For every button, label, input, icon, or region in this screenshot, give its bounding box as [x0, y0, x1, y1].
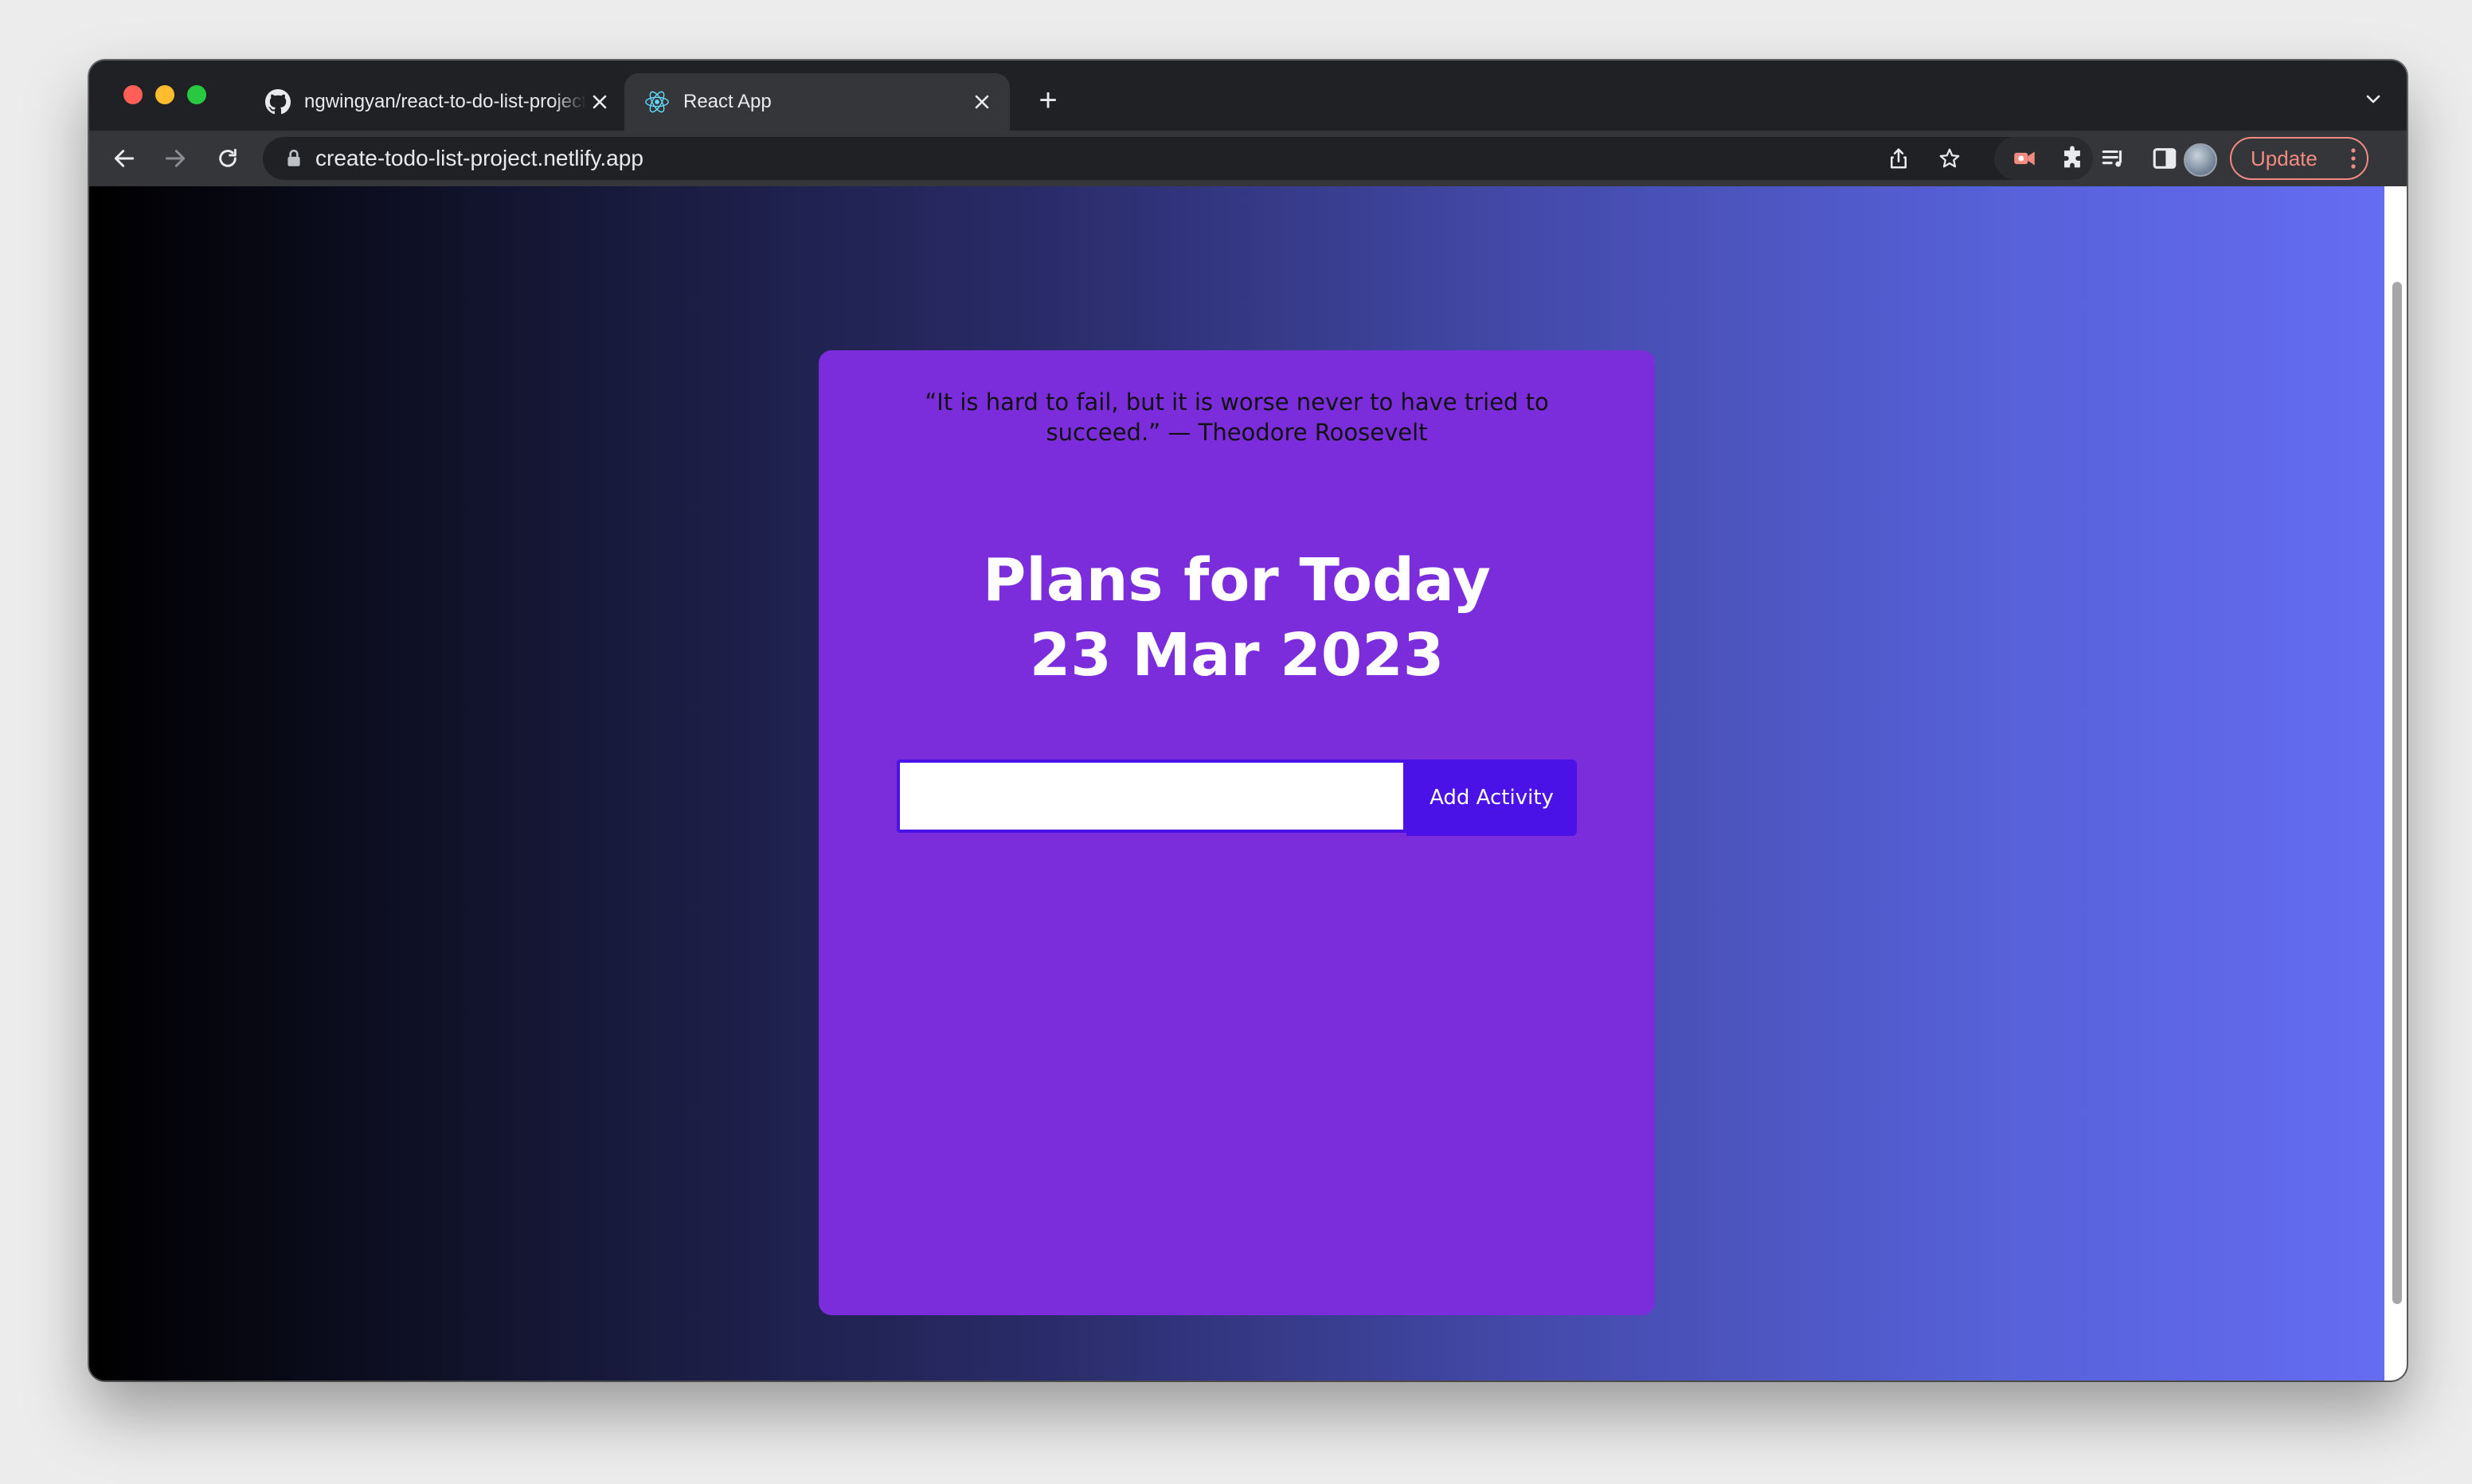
url-text: create-todo-list-project.netlify.app: [315, 146, 643, 170]
title-date: 23 Mar 2023: [1029, 621, 1445, 689]
puzzle-icon[interactable]: [2056, 143, 2088, 174]
page-viewport: “It is hard to fail, but it is worse nev…: [89, 186, 2384, 1381]
react-icon: [643, 88, 671, 115]
address-bar[interactable]: create-todo-list-project.netlify.app: [263, 137, 2059, 180]
back-arrow-icon[interactable]: [105, 139, 143, 178]
close-icon[interactable]: [586, 88, 613, 115]
tab-title: ngwingyan/react-to-do-list-project: [304, 91, 586, 112]
update-button[interactable]: Update: [2230, 137, 2368, 180]
update-label: Update: [2251, 146, 2318, 170]
tab-strip: ngwingyan/react-to-do-list-project React…: [89, 61, 2407, 131]
reload-icon[interactable]: [209, 139, 247, 178]
scrollbar-thumb[interactable]: [2392, 282, 2402, 1304]
lock-icon[interactable]: [284, 148, 304, 169]
share-icon[interactable]: [1884, 144, 1913, 173]
more-menu-icon[interactable]: [2351, 148, 2356, 169]
github-icon: [264, 88, 291, 115]
add-activity-button[interactable]: Add Activity: [1406, 760, 1577, 836]
scrollbar[interactable]: [2384, 186, 2407, 1381]
chevron-down-icon[interactable]: [2359, 84, 2388, 113]
maximize-window-button[interactable]: [187, 85, 206, 104]
close-icon[interactable]: [968, 88, 995, 115]
quote-text: “It is hard to fail, but it is worse nev…: [925, 389, 1549, 446]
browser-window: ngwingyan/react-to-do-list-project React…: [89, 61, 2407, 1381]
profile-avatar[interactable]: [2184, 143, 2217, 177]
video-extension-icon[interactable]: [2008, 143, 2040, 174]
minimize-window-button[interactable]: [155, 85, 174, 104]
page-title: Plans for Today 23 Mar 2023: [819, 543, 1655, 693]
side-panel-icon[interactable]: [2149, 143, 2181, 174]
reading-list-icon[interactable]: [2098, 143, 2130, 174]
close-window-button[interactable]: [123, 85, 143, 104]
new-tab-button[interactable]: +: [1027, 81, 1069, 123]
tab-title: React App: [683, 91, 772, 112]
title-heading: Plans for Today: [983, 546, 1491, 615]
extensions-group: [1994, 137, 2093, 180]
star-icon[interactable]: [1935, 144, 1964, 173]
browser-toolbar: create-todo-list-project.netlify.app Upd…: [89, 131, 2407, 186]
activity-input[interactable]: [897, 760, 1406, 833]
forward-arrow-icon[interactable]: [156, 139, 194, 178]
todo-card: “It is hard to fail, but it is worse nev…: [819, 350, 1655, 1315]
tab-react-app[interactable]: React App: [624, 73, 1010, 131]
